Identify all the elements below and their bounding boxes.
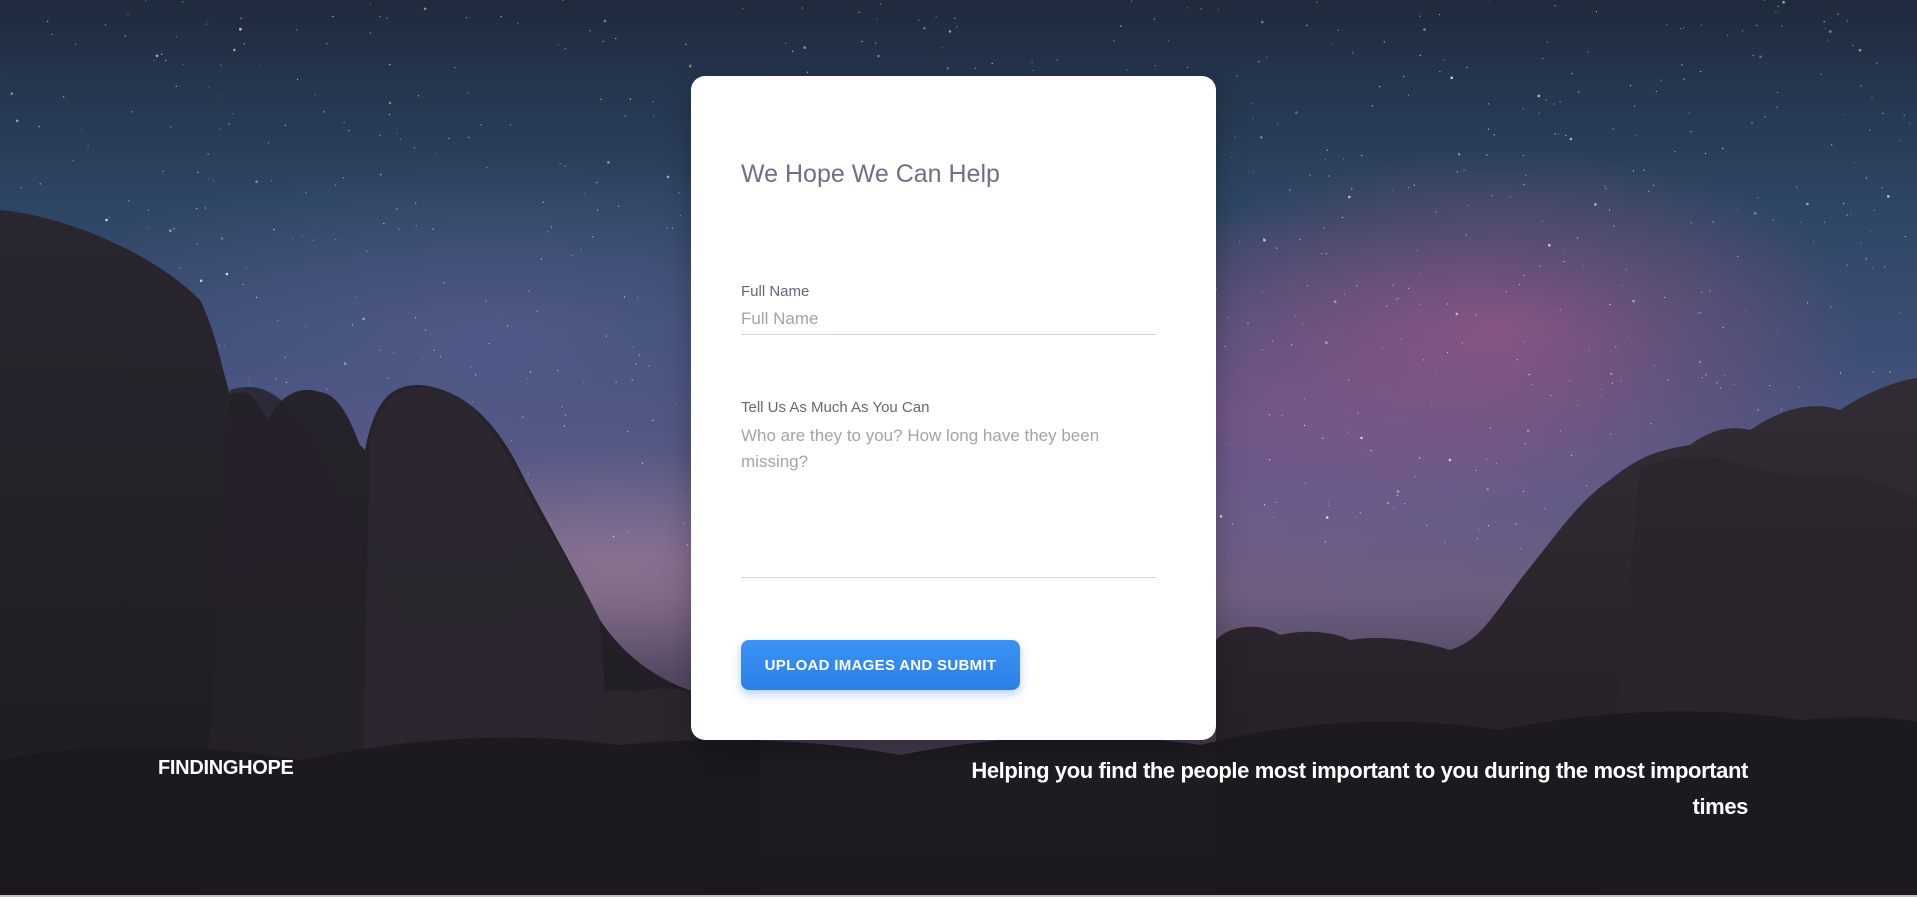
upload-and-submit-button[interactable]: UPLOAD IMAGES AND SUBMIT <box>741 640 1020 690</box>
full-name-input[interactable] <box>741 304 1156 335</box>
story-label: Tell Us As Much As You Can <box>741 399 930 416</box>
help-form-card: We Hope We Can Help Full Name Tell Us As… <box>691 76 1216 740</box>
page-background: We Hope We Can Help Full Name Tell Us As… <box>0 0 1917 897</box>
story-textarea[interactable] <box>741 423 1156 578</box>
form-title: We Hope We Can Help <box>741 160 1000 188</box>
brand-logo-text: FINDINGHOPE <box>158 757 294 779</box>
tagline: Helping you find the people most importa… <box>971 758 1748 819</box>
full-name-label: Full Name <box>741 283 810 300</box>
